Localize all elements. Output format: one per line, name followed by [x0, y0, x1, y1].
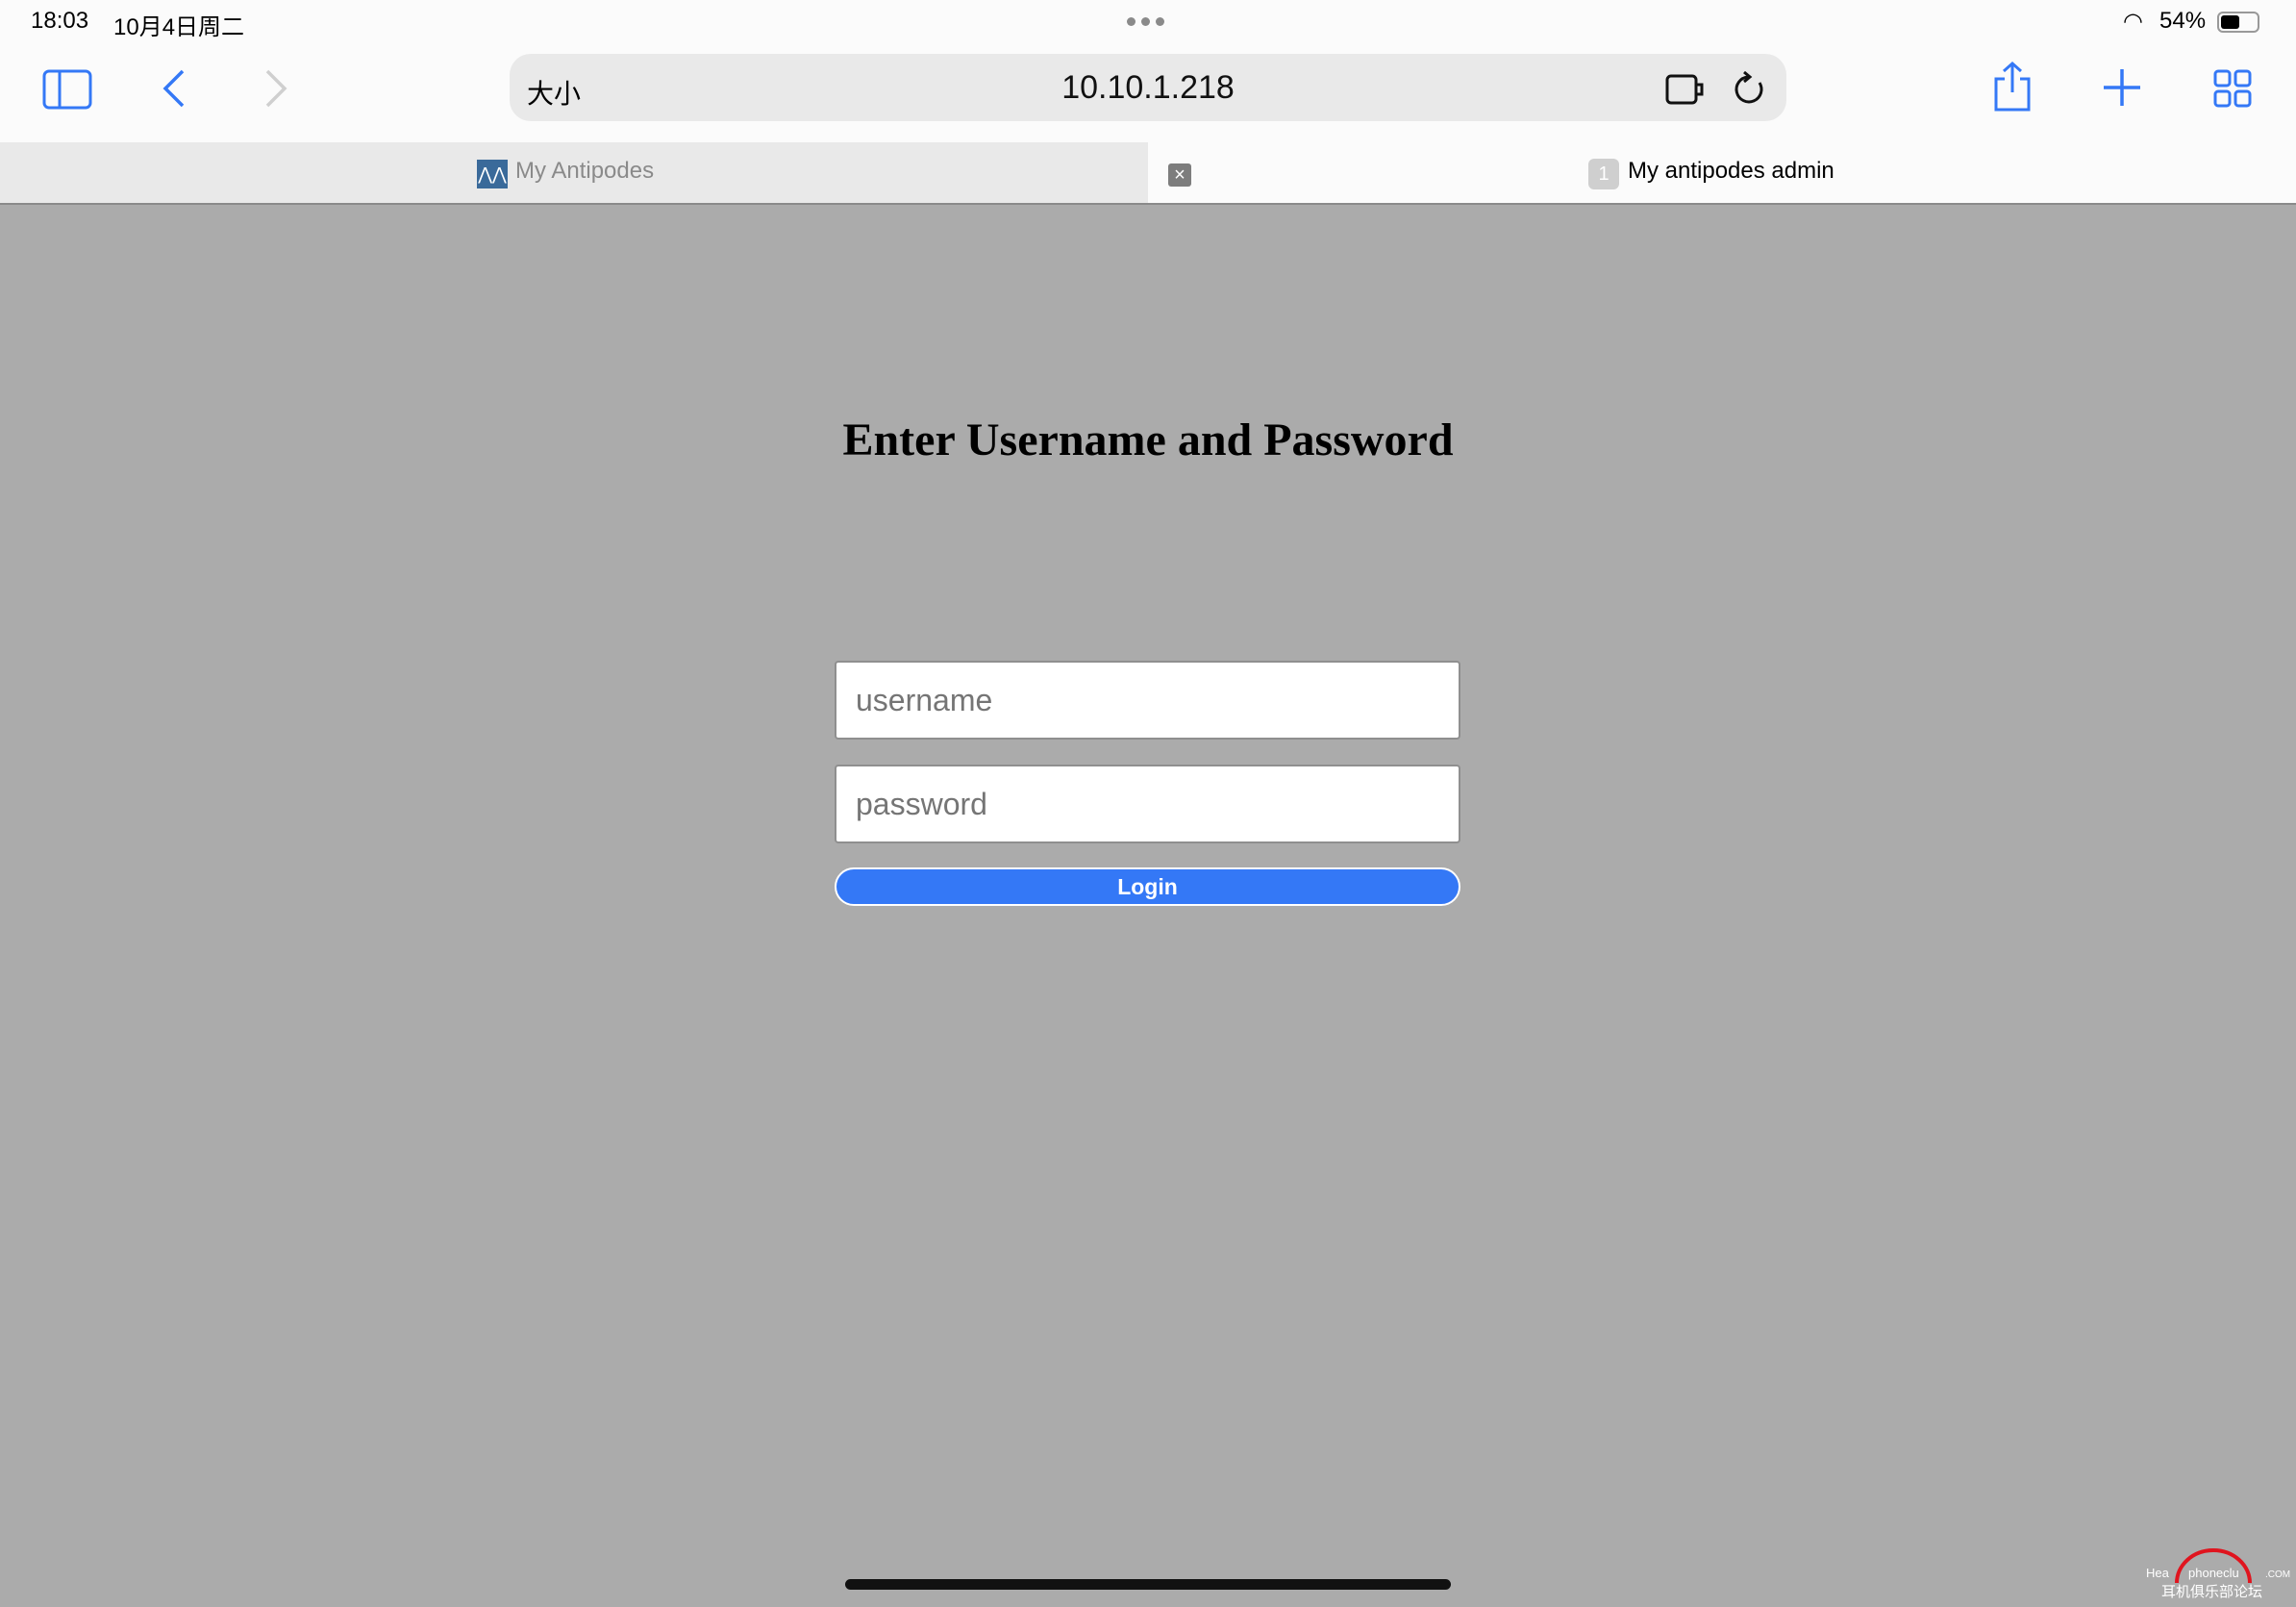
password-input[interactable] [835, 765, 1460, 843]
svg-text:phoneclu: phoneclu [2188, 1566, 2239, 1580]
share-icon[interactable] [1992, 62, 2033, 112]
reload-icon[interactable] [1733, 71, 1767, 108]
tab-bar: ⋀⋀ My Antipodes × 1 My antipodes admin [0, 142, 2296, 205]
url-text[interactable]: 10.10.1.218 [510, 69, 1786, 107]
sidebar-icon[interactable] [42, 69, 92, 110]
wifi-icon: ◠ [2123, 9, 2143, 35]
svg-text:Hea: Hea [2146, 1566, 2170, 1580]
extension-icon[interactable] [1665, 73, 1706, 106]
antipodes-favicon: ⋀⋀ [477, 160, 508, 188]
close-tab-icon[interactable]: × [1168, 163, 1191, 187]
watermark-logo: Hea phoneclu .COM 耳机俱乐部论坛 [2142, 1539, 2296, 1604]
username-input[interactable] [835, 661, 1460, 740]
battery-icon [2217, 12, 2259, 33]
back-icon[interactable] [162, 69, 187, 108]
tab-badge: 1 [1588, 159, 1619, 189]
browser-chrome: 18:03 10月4日周二 ◠ 54% 大小 10.10.1.218 [0, 0, 2296, 142]
status-time: 18:03 [31, 8, 89, 34]
forward-icon[interactable] [263, 69, 288, 108]
login-button[interactable]: Login [835, 867, 1460, 906]
tab-my-antipodes[interactable]: ⋀⋀ My Antipodes [0, 142, 1148, 203]
page-title: Enter Username and Password [842, 414, 1454, 465]
svg-text:耳机俱乐部论坛: 耳机俱乐部论坛 [2161, 1583, 2262, 1600]
tab-label: My antipodes admin [1628, 158, 1834, 184]
status-date: 10月4日周二 [113, 14, 245, 40]
multitasking-dots-icon[interactable] [1127, 17, 1164, 26]
address-bar[interactable]: 大小 10.10.1.218 [510, 54, 1786, 121]
svg-text:.COM: .COM [2265, 1569, 2290, 1580]
tab-label: My Antipodes [515, 158, 655, 184]
home-indicator [845, 1579, 1451, 1590]
new-tab-icon[interactable] [2104, 69, 2140, 106]
tab-overview-icon[interactable] [2213, 69, 2252, 108]
battery-percent: 54% [2159, 8, 2207, 34]
